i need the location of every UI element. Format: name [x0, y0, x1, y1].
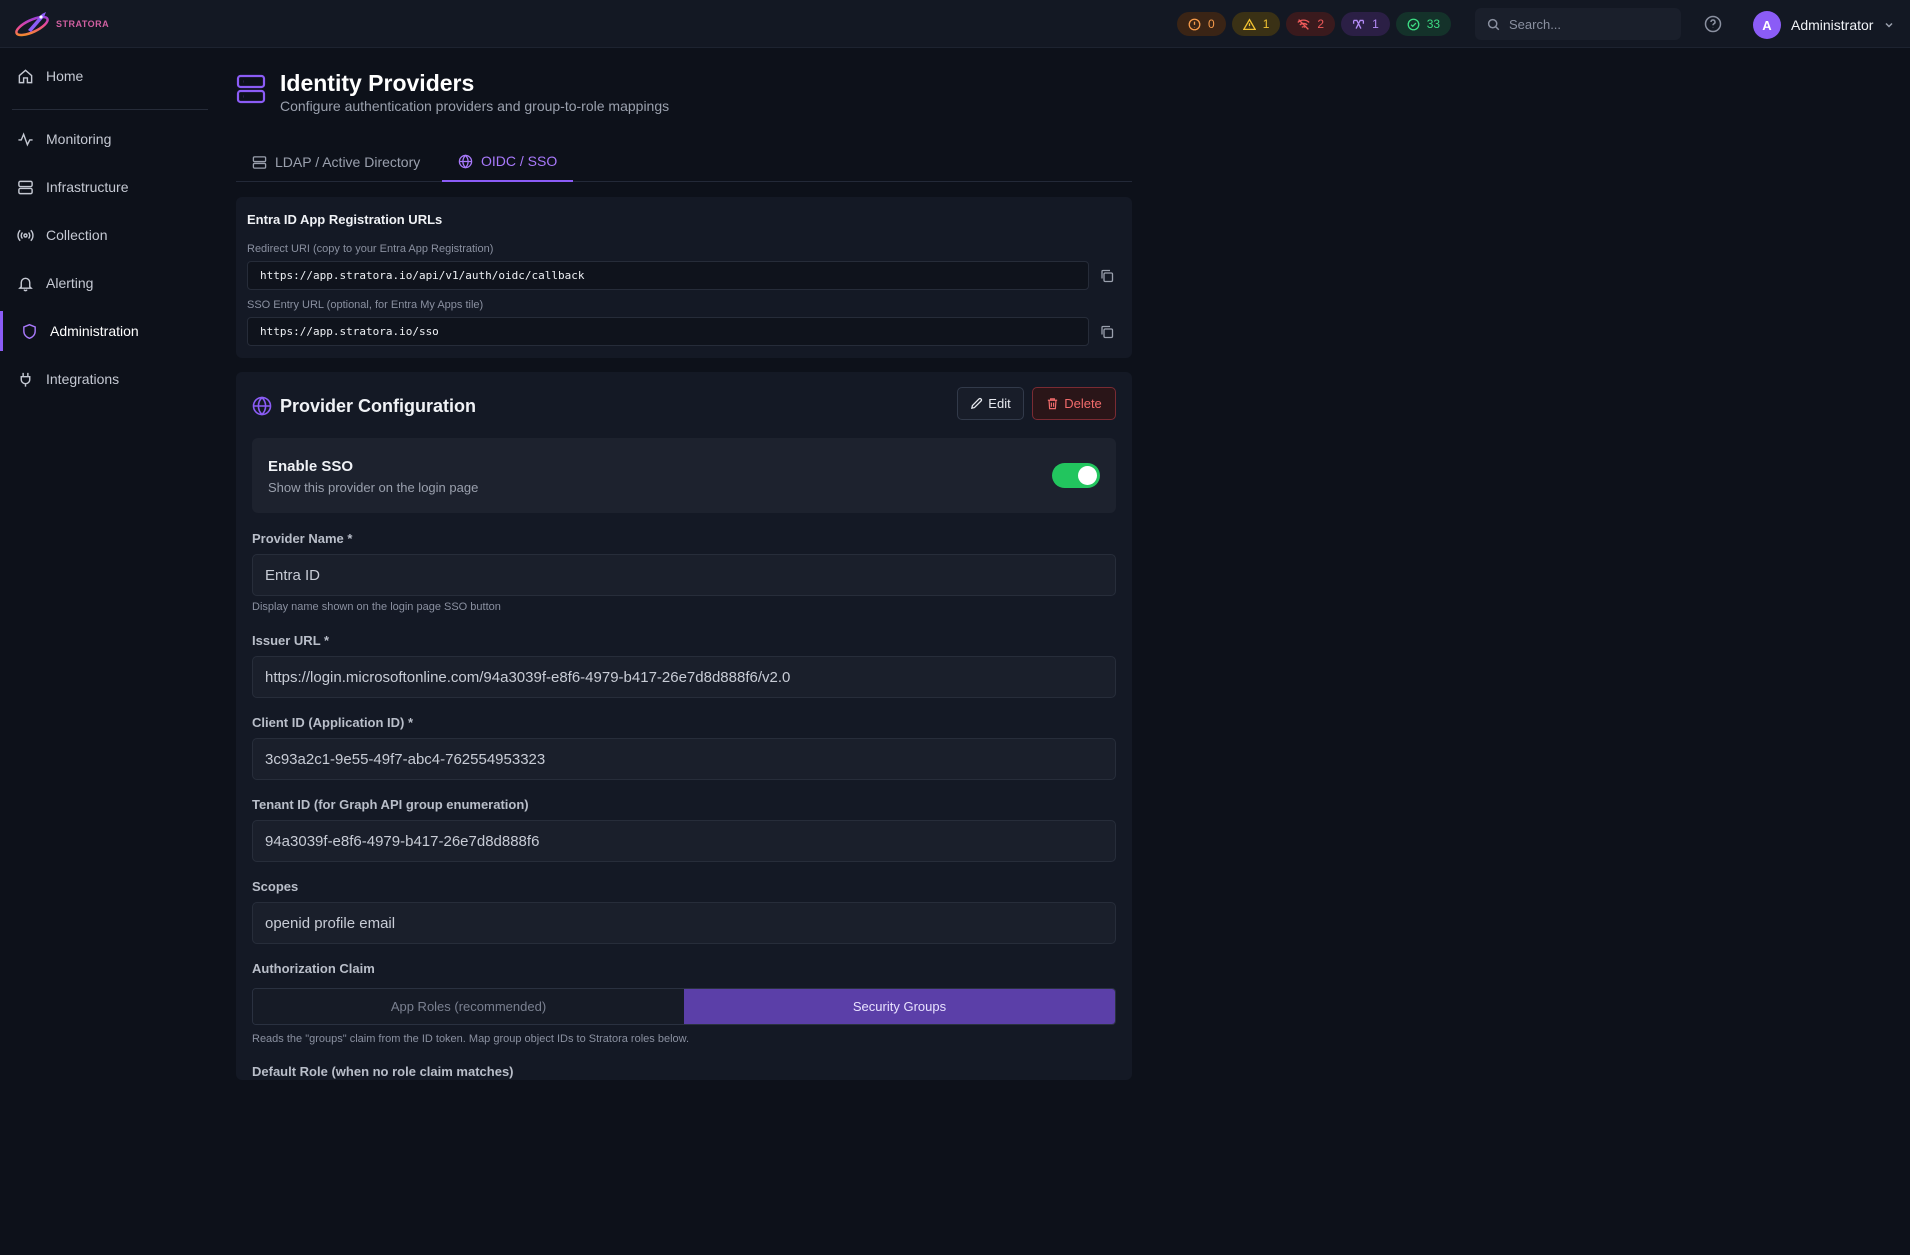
issuer-url-label: Issuer URL * — [252, 633, 330, 648]
enable-sso-description: Show this provider on the login page — [268, 480, 479, 495]
user-name: Administrator — [1791, 17, 1874, 33]
sidebar-item-integrations[interactable]: Integrations — [0, 359, 210, 399]
brand-logo[interactable]: STRATORA — [14, 8, 109, 40]
sidebar-item-collection[interactable]: Collection — [0, 215, 210, 255]
sidebar-item-label: Integrations — [46, 371, 120, 387]
network-icon — [1353, 19, 1365, 29]
globe-icon — [458, 153, 473, 169]
issuer-url-input[interactable]: https://login.microsoftonline.com/94a303… — [252, 656, 1116, 698]
sidebar-item-alerting[interactable]: Alerting — [0, 263, 210, 303]
tenant-id-input[interactable]: 94a3039f-e8f6-4979-b417-26e7d8d888f6 — [252, 820, 1116, 862]
brand-name: STRATORA — [56, 19, 110, 29]
sidebar-item-label: Monitoring — [46, 131, 112, 147]
authorization-claim-hint: Reads the "groups" claim from the ID tok… — [252, 1033, 690, 1045]
search-box[interactable] — [1475, 8, 1681, 40]
provider-name-hint: Display name shown on the login page SSO… — [252, 601, 501, 613]
scopes-input[interactable]: openid profile email — [252, 902, 1116, 944]
tab-label: LDAP / Active Directory — [275, 154, 421, 170]
client-id-input[interactable]: 3c93a2c1-9e55-49f7-abc4-762554953323 — [252, 738, 1116, 780]
app-registration-urls-card: Entra ID App Registration URLs Redirect … — [236, 197, 1132, 358]
sidebar-item-label: Collection — [46, 227, 108, 243]
check-circle-icon — [1407, 18, 1420, 30]
status-badges: 0 1 2 1 33 — [1177, 12, 1452, 36]
enable-sso-toggle[interactable] — [1052, 463, 1100, 488]
authorization-claim-selector: App Roles (recommended) Security Groups — [252, 988, 1116, 1025]
warning-triangle-icon — [1242, 17, 1256, 30]
edit-button-label: Edit — [988, 396, 1011, 411]
option-app-roles[interactable]: App Roles (recommended) — [253, 989, 684, 1024]
wifi-off-icon — [1297, 18, 1311, 30]
tab-label: OIDC / SSO — [481, 153, 558, 169]
rocket-logo-icon — [15, 12, 49, 37]
sidebar-item-administration[interactable]: Administration — [0, 311, 210, 351]
server-icon — [236, 74, 266, 104]
enable-sso-panel: Enable SSO Show this provider on the log… — [252, 438, 1116, 513]
activity-icon — [18, 131, 33, 146]
badge-warning[interactable]: 1 — [1231, 12, 1281, 36]
tab-oidc[interactable]: OIDC / SSO — [442, 142, 574, 182]
delete-button[interactable]: Delete — [1032, 387, 1116, 420]
sso-entry-url-label: SSO Entry URL (optional, for Entra My Ap… — [247, 299, 484, 311]
default-role-label: Default Role (when no role claim matches… — [252, 1064, 514, 1079]
pencil-icon — [971, 397, 983, 409]
copy-icon[interactable] — [1099, 324, 1115, 340]
badge-critical[interactable]: 0 — [1177, 12, 1226, 36]
shield-icon — [23, 323, 36, 339]
badge-count: 1 — [1262, 17, 1270, 31]
provider-configuration-card: Provider Configuration Edit Delete Enabl… — [236, 372, 1132, 1080]
client-id-label: Client ID (Application ID) * — [252, 715, 414, 730]
broadcast-icon — [17, 229, 34, 241]
bell-icon — [18, 277, 33, 291]
sidebar-item-home[interactable]: Home — [0, 56, 210, 96]
toggle-knob — [1078, 466, 1097, 485]
provider-name-label: Provider Name * — [252, 531, 353, 546]
chevron-down-icon — [1885, 22, 1893, 28]
user-menu[interactable]: A Administrator — [1753, 11, 1895, 39]
alert-circle-icon — [1188, 18, 1201, 30]
home-icon — [18, 68, 33, 83]
badge-offline[interactable]: 2 — [1286, 12, 1336, 36]
sidebar-item-label: Infrastructure — [46, 179, 129, 195]
sidebar-divider — [12, 109, 208, 110]
section-title: Provider Configuration — [280, 396, 477, 416]
badge-ok[interactable]: 33 — [1395, 12, 1452, 36]
top-bar: STRATORA 0 1 2 1 33 A Administrator — [0, 0, 1910, 48]
avatar: A — [1753, 11, 1781, 39]
page-subtitle: Configure authentication providers and g… — [280, 98, 670, 114]
scopes-label: Scopes — [252, 879, 299, 894]
sidebar-item-label: Administration — [50, 323, 139, 339]
badge-network[interactable]: 1 — [1341, 12, 1390, 36]
badge-count: 33 — [1426, 17, 1441, 31]
badge-count: 1 — [1372, 17, 1379, 31]
authorization-claim-label: Authorization Claim — [252, 961, 375, 976]
delete-button-label: Delete — [1064, 396, 1102, 411]
help-icon[interactable] — [1703, 14, 1723, 34]
sidebar-item-monitoring[interactable]: Monitoring — [0, 119, 210, 159]
sidebar-item-label: Home — [46, 68, 84, 84]
sso-entry-url-field[interactable]: https://app.stratora.io/sso — [247, 317, 1089, 346]
plug-icon — [20, 372, 31, 387]
globe-icon — [252, 396, 272, 416]
search-icon — [1487, 18, 1500, 30]
trash-icon — [1048, 398, 1058, 410]
tab-bar: LDAP / Active Directory OIDC / SSO — [236, 142, 1132, 182]
enable-sso-title: Enable SSO — [268, 458, 354, 475]
server-icon — [18, 180, 33, 194]
provider-name-input[interactable]: Entra ID — [252, 554, 1116, 596]
badge-count: 2 — [1317, 17, 1325, 31]
redirect-uri-field[interactable]: https://app.stratora.io/api/v1/auth/oidc… — [247, 261, 1089, 290]
copy-icon[interactable] — [1099, 268, 1115, 284]
tenant-id-label: Tenant ID (for Graph API group enumerati… — [252, 797, 529, 812]
edit-button[interactable]: Edit — [957, 387, 1024, 420]
server-icon — [252, 155, 267, 169]
sidebar-item-infrastructure[interactable]: Infrastructure — [0, 167, 210, 207]
option-security-groups[interactable]: Security Groups — [684, 989, 1115, 1024]
redirect-uri-label: Redirect URI (copy to your Entra App Reg… — [247, 243, 494, 255]
sidebar-item-label: Alerting — [46, 275, 94, 291]
page-title: Identity Providers — [280, 70, 475, 96]
tab-ldap[interactable]: LDAP / Active Directory — [236, 142, 436, 182]
search-input[interactable] — [1509, 16, 1659, 32]
badge-count: 0 — [1208, 17, 1215, 31]
card-title: Entra ID App Registration URLs — [247, 212, 443, 227]
